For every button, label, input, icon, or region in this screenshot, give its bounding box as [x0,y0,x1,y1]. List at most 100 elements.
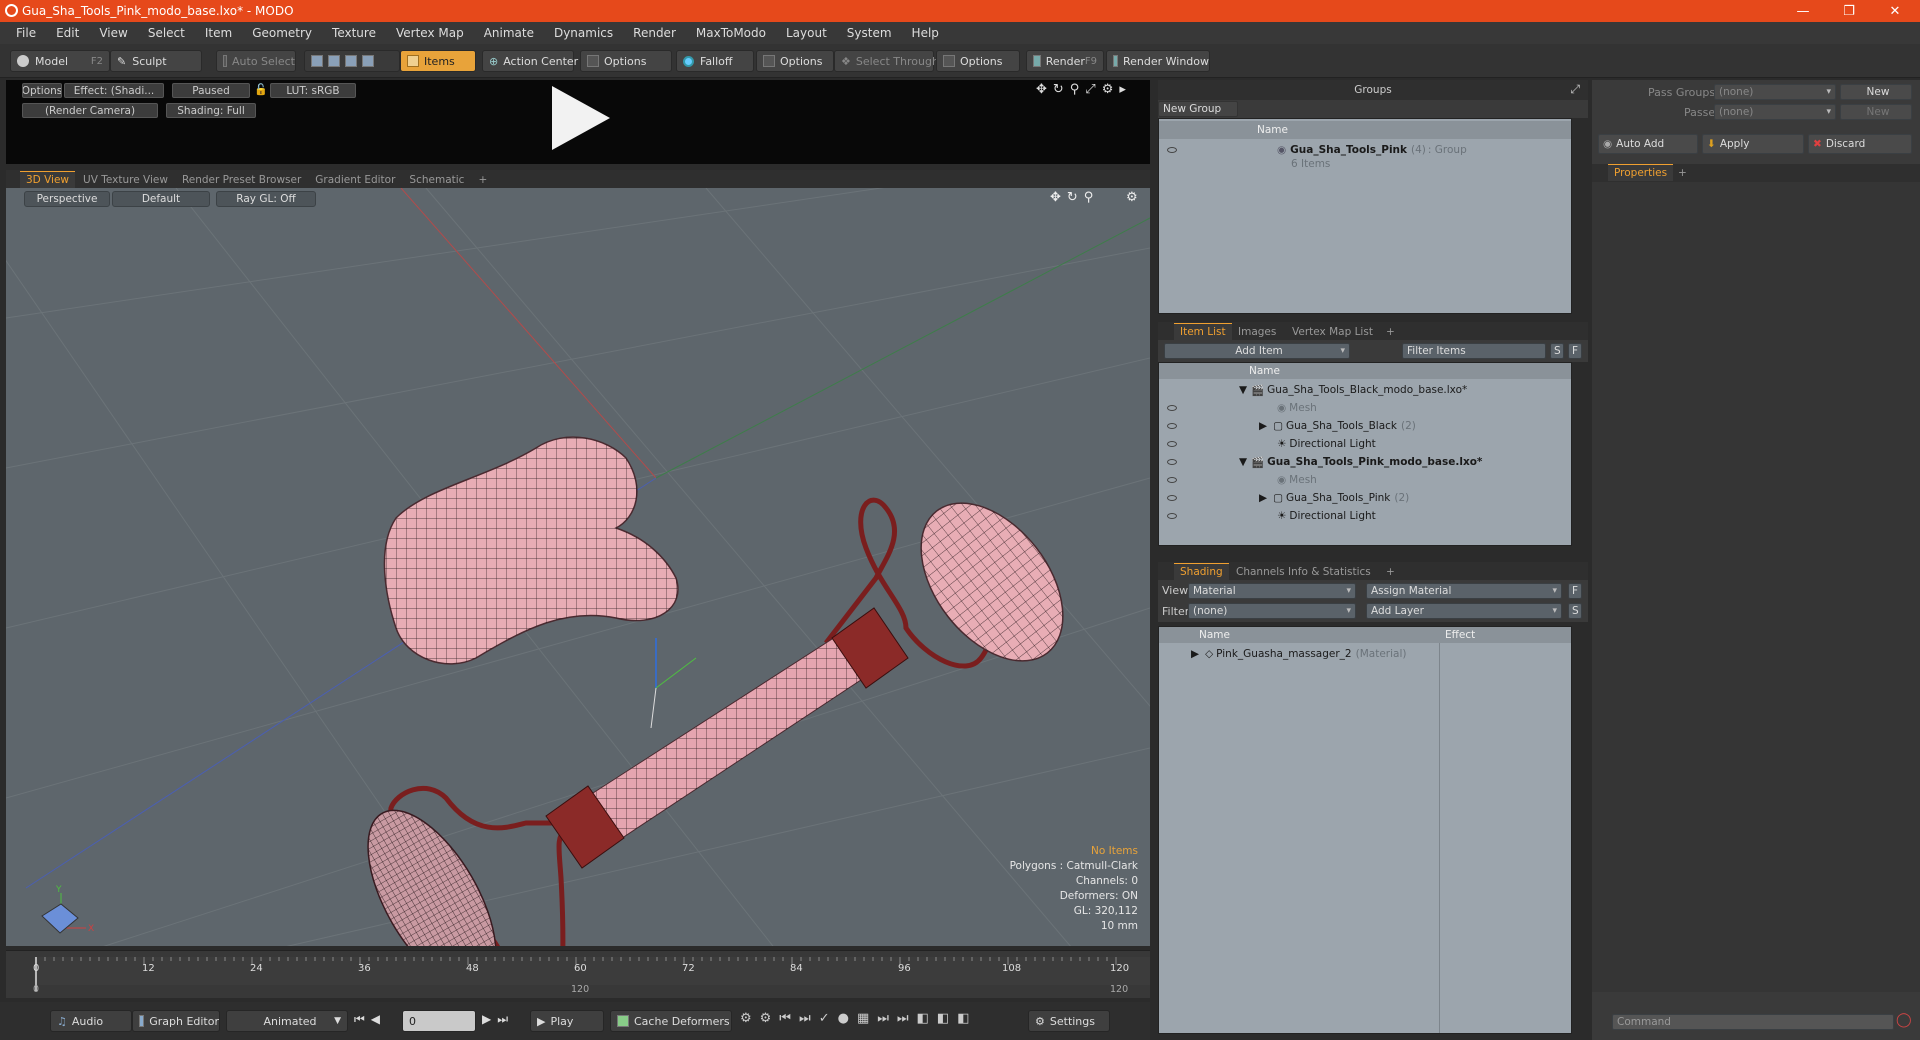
expand-right-icon[interactable]: ▶ [1191,648,1199,660]
transport-forward-icons[interactable]: ▶⏭ [482,1012,514,1027]
eye-icon[interactable] [1167,495,1177,501]
expand-down-icon[interactable]: ▼ [1239,456,1247,468]
menu-render[interactable]: Render [623,26,686,40]
add-layer-dropdown[interactable]: Add Layer [1366,603,1562,619]
select-through-button[interactable]: ❖ Select Through [834,50,939,72]
eye-icon[interactable] [1167,441,1177,447]
list-item[interactable]: ▼ 🎬 Gua_Sha_Tools_Black_modo_base.lxo* [1159,381,1571,399]
default-dropdown[interactable]: Default [112,191,210,207]
add-item-dropdown[interactable]: Add Item [1164,343,1350,359]
add-tab-button[interactable]: + [472,171,493,188]
viewport-nav-icons[interactable]: ✥↻⚲ [1050,190,1099,205]
eye-icon[interactable] [1167,405,1177,411]
material-row[interactable]: ▶ ◇ Pink_Guasha_massager_2 (Material) [1159,645,1571,663]
action-center-options-button[interactable]: Options [580,50,672,72]
restore-button[interactable]: ❐ [1826,0,1872,22]
model-mode-button[interactable]: Model F2 [10,50,110,72]
minimize-button[interactable]: — [1780,0,1826,22]
expand-down-icon[interactable]: ▼ [1239,384,1247,396]
effect-dropdown[interactable]: Effect: (Shadi... [64,83,164,98]
falloff-options-button[interactable]: Options [756,50,834,72]
menu-select[interactable]: Select [138,26,195,40]
tab-shading[interactable]: Shading [1174,563,1229,580]
menu-dynamics[interactable]: Dynamics [544,26,623,40]
polygons-mode-icon[interactable] [345,55,357,67]
paused-button[interactable]: Paused [172,83,250,98]
menu-geometry[interactable]: Geometry [242,26,322,40]
menu-help[interactable]: Help [902,26,949,40]
list-item[interactable]: ◉ Mesh [1159,471,1571,489]
tab-properties[interactable]: Properties [1608,164,1674,181]
render-button[interactable]: Render F9 [1026,50,1104,72]
tab-uv-texture-view[interactable]: UV Texture View [77,171,174,188]
render-window-button[interactable]: Render Window [1106,50,1210,72]
cache-deformers-button[interactable]: Cache Deformers [610,1010,732,1032]
assign-material-dropdown[interactable]: Assign Material [1366,583,1562,599]
auto-select-button[interactable]: Auto Select [216,50,296,72]
lut-dropdown[interactable]: LUT: sRGB [270,83,356,98]
view-dropdown[interactable]: Material [1188,583,1356,599]
raygl-dropdown[interactable]: Ray GL: Off [216,191,316,207]
timeline[interactable]: 0 12 24 36 48 60 72 84 96 108 120 0 120 … [6,950,1150,998]
settings-button[interactable]: ⚙ Settings [1028,1010,1110,1032]
menu-file[interactable]: File [6,26,46,40]
menu-layout[interactable]: Layout [776,26,837,40]
expand-right-icon[interactable]: ▶ [1259,492,1267,504]
discard-button[interactable]: ✖ Discard [1808,134,1912,154]
menu-item[interactable]: Item [195,26,242,40]
tab-info-statistics[interactable]: Info & Statistics [1282,563,1377,580]
viewport-gear-icon[interactable]: ⚙ [1126,190,1138,205]
shading-f-button[interactable]: F [1568,583,1582,599]
tab-images[interactable]: Images [1232,323,1282,340]
close-button[interactable]: ✕ [1872,0,1918,22]
camera-dropdown[interactable]: (Render Camera) [22,103,158,118]
maximize-icon[interactable]: ⤢ [1570,82,1580,97]
filter-dropdown[interactable]: (none) [1188,603,1356,619]
add-tab-button[interactable]: + [1380,323,1401,340]
eye-icon[interactable] [1167,423,1177,429]
eye-icon[interactable] [1167,513,1177,519]
search-f-button[interactable]: F [1568,343,1582,359]
menu-maxtomodo[interactable]: MaxToModo [686,26,776,40]
materials-mode-icon[interactable] [362,55,374,67]
shading-s-button[interactable]: S [1568,603,1582,619]
list-item[interactable]: ▼ 🎬 Gua_Sha_Tools_Pink_modo_base.lxo* [1159,453,1571,471]
falloff-button[interactable]: Falloff [676,50,754,72]
command-input[interactable]: Command [1612,1014,1894,1030]
3d-viewport[interactable]: Y X Perspective Default Ray GL: Off ✥↻⚲ … [6,188,1150,946]
new-group-button[interactable]: New Group [1158,101,1238,117]
preview-nav-icons[interactable]: ✥↻⚲⤢⚙▸ [1036,82,1132,97]
key-tools-icons[interactable]: ⚙⚙⏮⏭✓●▦⏭⏭◧◧◧ [740,1011,977,1026]
tab-schematic[interactable]: Schematic [403,171,470,188]
menu-view[interactable]: View [89,26,137,40]
frame-input[interactable]: 0 [402,1010,476,1032]
eye-icon[interactable] [1167,147,1177,153]
tab-render-preset-browser[interactable]: Render Preset Browser [176,171,307,188]
tab-3d-view[interactable]: 3D View [20,171,76,188]
graph-editor-button[interactable]: Graph Editor [132,1010,220,1032]
eye-icon[interactable] [1167,477,1177,483]
play-icon[interactable] [544,82,614,154]
passes-dropdown[interactable]: (none) [1714,104,1836,120]
perspective-dropdown[interactable]: Perspective [24,191,110,207]
animated-dropdown[interactable]: Animated ▼ [226,1010,348,1032]
menu-system[interactable]: System [837,26,902,40]
menu-animate[interactable]: Animate [474,26,544,40]
pass-groups-dropdown[interactable]: (none) [1714,84,1836,100]
tab-vertex-map-list[interactable]: Vertex Map List [1286,323,1379,340]
list-item[interactable]: ☀ Directional Light [1159,507,1571,525]
play-button[interactable]: ▶ Play [530,1010,604,1032]
new-pass-group-button[interactable]: New [1840,84,1912,100]
sculpt-mode-button[interactable]: ✎ Sculpt [110,50,202,72]
list-item[interactable]: ◉ Mesh [1159,399,1571,417]
menu-texture[interactable]: Texture [322,26,386,40]
record-icon[interactable]: ◯ [1896,1012,1912,1028]
expand-right-icon[interactable]: ▶ [1259,420,1267,432]
add-tab-button[interactable]: + [1380,563,1401,580]
menu-edit[interactable]: Edit [46,26,89,40]
audio-button[interactable]: ♫ Audio [50,1010,132,1032]
vertices-mode-icon[interactable] [311,55,323,67]
preview-options-button[interactable]: Options [22,83,62,98]
list-item[interactable]: ▶ ▢ Gua_Sha_Tools_Pink (2) [1159,489,1571,507]
lock-icon[interactable]: 🔓 [254,83,268,96]
